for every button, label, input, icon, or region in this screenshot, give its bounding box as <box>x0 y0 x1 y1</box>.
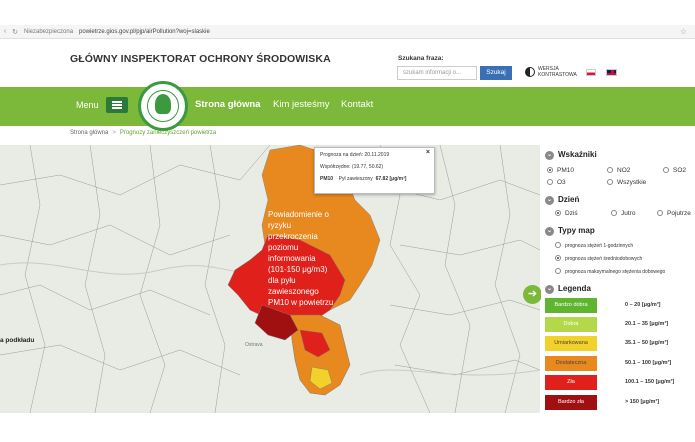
main-nav: Menu Strona główna Kim jesteśmy Kontakt <box>0 87 695 126</box>
map-popup[interactable]: × Prognoza na dzień: 20.11.2019 Współrzę… <box>314 147 435 194</box>
legend-item: Dostateczna 50.1 – 100 [μg/m³] <box>545 356 695 371</box>
legend-item: Bardzo dobra 0 – 20 [μg/m³] <box>545 298 695 313</box>
nav-item-home[interactable]: Strona główna <box>195 99 260 110</box>
search-label: Szukana fraza: <box>398 55 444 62</box>
panel-toggle-arrow-icon[interactable]: ➔ <box>523 285 542 304</box>
popup-forecast-date: Prognoza na dzień: 20.11.2019 <box>320 152 390 158</box>
legend-item: Dobra 20.1 – 35 [μg/m³] <box>545 317 695 332</box>
contrast-label: WERSJA KONTRASTOWA <box>538 66 577 78</box>
polish-flag-icon[interactable] <box>586 69 596 76</box>
chevron-down-icon: ⌄ <box>545 196 554 205</box>
option-pojutrze[interactable]: Pojutrze <box>657 210 691 217</box>
option-jutro[interactable]: Jutro <box>611 210 635 217</box>
legend-item: Umiarkowana 35.1 – 50 [μg/m³] <box>545 336 695 351</box>
search-input[interactable]: szukam informacji o... <box>397 66 477 80</box>
breadcrumb-home[interactable]: Strona główna <box>70 130 108 136</box>
contrast-icon <box>525 67 535 77</box>
section-wskazniki[interactable]: ⌄ Wskaźniki <box>545 150 597 160</box>
option-daily-avg[interactable]: prognoza stężeń średniodobowych <box>555 255 642 262</box>
nav-item-contact[interactable]: Kontakt <box>341 99 373 110</box>
section-legenda[interactable]: ⌄ Legenda <box>545 284 591 294</box>
option-daily-max[interactable]: prognoza maksymalnego stężenia dobowego <box>555 268 665 275</box>
close-icon[interactable]: × <box>426 149 430 156</box>
nav-item-about[interactable]: Kim jesteśmy <box>273 99 329 110</box>
section-dzien[interactable]: ⌄ Dzień <box>545 195 579 205</box>
breadcrumb-current: Prognozy zanieczyszczeń powietrza <box>119 130 217 136</box>
option-1h[interactable]: prognoza stężeń 1-godzinnych <box>555 242 633 249</box>
chevron-down-icon: ⌄ <box>545 151 554 160</box>
menu-label[interactable]: Menu <box>76 100 99 110</box>
pollution-alert-text: Powiadomienie o ryzyku przekroczenia poz… <box>268 210 334 307</box>
back-icon[interactable]: ‹ <box>0 28 10 35</box>
option-wszystkie[interactable]: Wszystkie <box>607 179 646 186</box>
breadcrumb-separator: > <box>112 130 116 136</box>
popup-value: 67.82 [μg/m³] <box>375 176 407 182</box>
settings-panel: ⌄ Wskaźniki PM10 NO2 SO2 O3 Wszystkie ⌄ Dz… <box>541 145 695 413</box>
search-button[interactable]: Szukaj <box>480 66 512 80</box>
tree-icon <box>155 94 171 114</box>
browser-address-bar[interactable]: ‹ ↻ Niezabezpieczona powietrze.gios.gov.… <box>0 25 695 39</box>
option-pm10[interactable]: PM10 <box>547 167 574 174</box>
popup-pollutant-desc: Pył zawieszony <box>338 176 373 182</box>
basemap-label[interactable]: a podkładu <box>0 337 34 344</box>
site-title[interactable]: GŁÓWNY INSPEKTORAT OCHRONY ŚRODOWISKA <box>70 53 331 65</box>
legend-item: Bardzo zła > 150 [μg/m³] <box>545 395 695 410</box>
option-so2[interactable]: SO2 <box>663 167 686 174</box>
legend-item: Zła 100.1 – 150 [μg/m³] <box>545 375 695 390</box>
chevron-down-icon: ⌄ <box>545 227 554 236</box>
popup-pollutant: PM10 <box>320 176 334 182</box>
popup-coordinates: Współrzędne: (19.77, 50.62) <box>320 164 384 170</box>
option-no2[interactable]: NO2 <box>607 167 630 174</box>
section-typy-map[interactable]: ⌄ Typy map <box>545 226 595 236</box>
security-indicator[interactable]: Niezabezpieczona <box>24 29 73 35</box>
bookmark-star-icon[interactable]: ☆ <box>680 27 687 36</box>
option-dzis[interactable]: Dziś <box>555 210 578 217</box>
breadcrumb: Strona główna > Prognozy zanieczyszczeń po… <box>70 130 216 136</box>
popup-value-row: PM10 Pył zawieszony 67.82 [μg/m³] <box>320 176 429 182</box>
contrast-toggle[interactable]: WERSJA KONTRASTOWA <box>525 64 577 82</box>
chevron-down-icon: ⌄ <box>545 285 554 294</box>
city-label-ostrava: Ostrava <box>245 342 263 348</box>
reload-icon[interactable]: ↻ <box>10 28 20 36</box>
gios-logo[interactable] <box>138 81 188 131</box>
site-header: GŁÓWNY INSPEKTORAT OCHRONY ŚRODOWISKA Sz… <box>0 39 695 87</box>
url-text[interactable]: powietrze.gios.gov.pl/pjp/airPollution?w… <box>79 29 210 35</box>
option-o3[interactable]: O3 <box>547 179 566 186</box>
hamburger-menu-button[interactable] <box>106 97 128 113</box>
english-flag-icon[interactable] <box>606 69 617 76</box>
